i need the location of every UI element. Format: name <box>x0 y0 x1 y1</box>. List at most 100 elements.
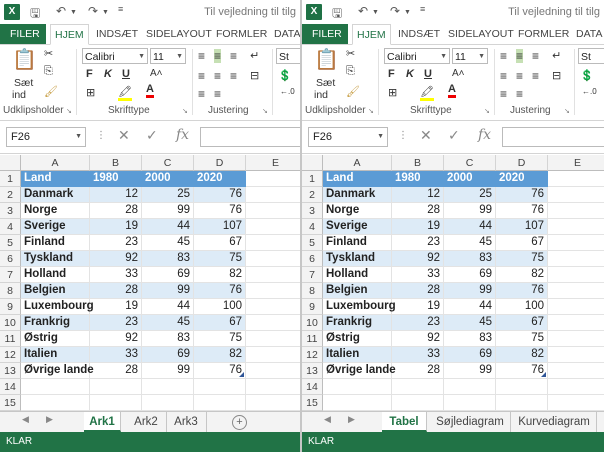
value-cell[interactable]: 107 <box>194 219 246 235</box>
tab-data[interactable]: DATA <box>576 24 602 44</box>
row-header-14[interactable]: 14 <box>0 379 21 395</box>
empty-cell[interactable] <box>246 171 300 187</box>
value-cell[interactable]: 23 <box>90 315 142 331</box>
column-header-c[interactable]: C <box>142 155 194 171</box>
sheet-tab-1[interactable]: Ark1 <box>84 412 121 432</box>
add-sheet-button[interactable]: + <box>232 415 247 430</box>
value-cell[interactable]: 23 <box>392 315 444 331</box>
value-cell[interactable]: 107 <box>496 219 548 235</box>
undo-icon[interactable]: ↶ <box>358 4 368 18</box>
font-name-select[interactable]: Calibri ▼ <box>82 48 148 64</box>
empty-cell[interactable] <box>496 379 548 395</box>
value-cell[interactable]: 12 <box>90 187 142 203</box>
value-cell[interactable]: 83 <box>444 251 496 267</box>
align-right-icon[interactable]: ≡ <box>230 69 237 83</box>
column-header-a[interactable]: A <box>21 155 90 171</box>
table-resize-handle-icon[interactable] <box>541 372 546 377</box>
tab-sidelayout[interactable]: SIDELAYOUT <box>146 24 212 44</box>
value-cell[interactable]: 44 <box>142 299 194 315</box>
value-cell[interactable]: 92 <box>392 331 444 347</box>
row-header-2[interactable]: 2 <box>0 187 21 203</box>
empty-cell[interactable] <box>90 395 142 411</box>
tab-formler[interactable]: FORMLER <box>518 24 569 44</box>
underline-button[interactable]: U <box>122 68 130 80</box>
country-cell[interactable]: Sverige <box>21 219 90 235</box>
value-cell[interactable]: 92 <box>90 251 142 267</box>
previous-sheet-icon[interactable]: ◀ <box>324 414 331 425</box>
value-cell[interactable]: 44 <box>142 219 194 235</box>
empty-cell[interactable] <box>548 347 604 363</box>
row-header-4[interactable]: 4 <box>0 219 21 235</box>
formula-input[interactable] <box>502 127 604 147</box>
number-format-select[interactable]: St <box>276 48 300 64</box>
align-middle-icon[interactable]: ≡ <box>516 49 524 63</box>
empty-cell[interactable] <box>246 235 300 251</box>
value-cell[interactable]: 76 <box>194 187 246 203</box>
font-name-select[interactable]: Calibri ▼ <box>384 48 450 64</box>
country-cell[interactable]: Danmark <box>21 187 90 203</box>
fill-color-icon[interactable]: 🖍 <box>118 85 132 101</box>
value-cell[interactable]: 76 <box>496 283 548 299</box>
value-cell[interactable]: 92 <box>90 331 142 347</box>
row-header-8[interactable]: 8 <box>302 283 323 299</box>
group-launcher-clipboard-icon[interactable]: ↘ <box>368 107 374 115</box>
value-cell[interactable]: 92 <box>392 251 444 267</box>
column-header-c[interactable]: C <box>444 155 496 171</box>
empty-cell[interactable] <box>142 379 194 395</box>
value-cell[interactable]: 69 <box>444 267 496 283</box>
country-cell[interactable]: Belgien <box>21 283 90 299</box>
column-header-e[interactable]: E <box>246 155 300 171</box>
value-cell[interactable]: 33 <box>90 347 142 363</box>
redo-icon[interactable]: ↷ <box>390 4 400 18</box>
value-cell[interactable]: 69 <box>142 347 194 363</box>
empty-cell[interactable] <box>90 379 142 395</box>
select-all-corner[interactable] <box>302 155 323 171</box>
empty-cell[interactable] <box>323 379 392 395</box>
increase-indent-icon[interactable]: ≡ <box>516 87 523 101</box>
country-cell[interactable]: Østrig <box>21 331 90 347</box>
wrap-text-icon[interactable]: ↵ <box>250 49 259 62</box>
row-header-12[interactable]: 12 <box>302 347 323 363</box>
table-resize-handle-icon[interactable] <box>239 372 244 377</box>
row-header-5[interactable]: 5 <box>302 235 323 251</box>
save-icon[interactable]: 🖫 <box>30 4 40 25</box>
decrease-indent-icon[interactable]: ≡ <box>500 87 507 101</box>
format-painter-icon[interactable]: 🖌 <box>44 85 58 98</box>
row-header-3[interactable]: 3 <box>0 203 21 219</box>
country-cell[interactable]: Holland <box>323 267 392 283</box>
name-box[interactable]: F26 ▼ <box>6 127 86 147</box>
formula-input[interactable] <box>200 127 300 147</box>
value-cell[interactable]: 75 <box>194 331 246 347</box>
empty-cell[interactable] <box>246 363 300 379</box>
font-size-select[interactable]: 11 ▼ <box>452 48 488 64</box>
tab-filer[interactable]: FILER <box>0 24 46 44</box>
value-cell[interactable]: 67 <box>496 235 548 251</box>
empty-cell[interactable] <box>246 315 300 331</box>
value-cell[interactable]: 99 <box>142 363 194 379</box>
customize-toolbar-icon[interactable]: ≡ <box>118 4 123 14</box>
align-bottom-icon[interactable]: ≡ <box>230 49 237 63</box>
paste-button-label[interactable]: Sæt <box>316 77 335 89</box>
empty-cell[interactable] <box>246 187 300 203</box>
country-cell[interactable]: Sverige <box>323 219 392 235</box>
value-cell[interactable]: 19 <box>90 219 142 235</box>
value-cell[interactable]: 45 <box>444 235 496 251</box>
value-cell[interactable]: 99 <box>444 203 496 219</box>
confirm-entry-icon[interactable]: ✓ <box>146 127 158 144</box>
empty-cell[interactable] <box>246 395 300 411</box>
table-header-cell[interactable]: 2020 <box>194 171 246 187</box>
value-cell[interactable]: 99 <box>444 363 496 379</box>
italic-button[interactable]: K <box>104 68 112 80</box>
number-format-select[interactable]: St <box>578 48 604 64</box>
empty-cell[interactable] <box>246 347 300 363</box>
empty-cell[interactable] <box>246 219 300 235</box>
column-header-b[interactable]: B <box>392 155 444 171</box>
country-cell[interactable]: Luxembourg <box>21 299 94 315</box>
save-icon[interactable]: 🖫 <box>332 4 342 25</box>
country-cell[interactable]: Frankrig <box>323 315 392 331</box>
value-cell[interactable]: 44 <box>444 219 496 235</box>
group-launcher-alignment-icon[interactable]: ↘ <box>564 107 570 115</box>
value-cell[interactable]: 45 <box>142 235 194 251</box>
value-cell[interactable]: 25 <box>142 187 194 203</box>
empty-cell[interactable] <box>246 379 300 395</box>
